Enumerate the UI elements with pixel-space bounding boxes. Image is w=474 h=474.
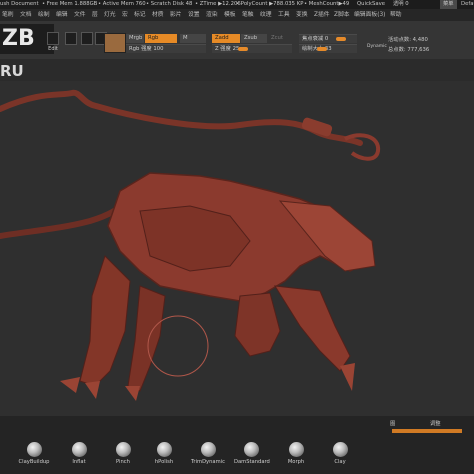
brush-sphere-icon [288,442,304,457]
zsub-button[interactable]: Zsub [241,34,267,43]
cable-hook [344,133,381,161]
material-swatch[interactable] [104,33,126,53]
m-button[interactable]: M [180,34,206,43]
menu-item[interactable]: 影片 [170,9,182,21]
menu-item[interactable]: 工具 [278,9,290,21]
menu-button[interactable]: 菜单 [440,0,457,9]
focal-shift-slider[interactable]: 焦点衰减 0 [299,34,357,43]
mrgb-button[interactable]: Mrgb [126,34,144,43]
rgb-intensity-slider[interactable]: Rgb 强度 100 [126,44,206,53]
document-label: RU [0,62,24,80]
brush-inflat[interactable]: Inflat [62,442,96,465]
brush-sphere-icon [156,442,172,457]
menu-item[interactable]: Z插件 [314,9,330,21]
menu-item[interactable]: 笔刷 [2,9,14,21]
brush-sphere-icon [26,442,42,457]
front-right-leg [127,285,166,392]
brush-clay[interactable]: Clay [323,442,357,465]
transparency-label[interactable]: 透明 0 [393,0,409,9]
title-polycount: • PolyCount ▶788.035 KP [236,1,304,7]
total-points: 总点数: 777,636 [388,47,430,53]
menu-item[interactable]: 材质 [152,9,164,21]
front-left-leg [79,255,131,387]
menu-item[interactable]: 笔触 [242,9,254,21]
title-ztime: • ZTime ▶12.206 [195,1,241,7]
bottom-label-1: 图 [390,421,396,427]
title-free-mem: • Free Mem 1.888GB [42,1,98,7]
brush-claybuildup[interactable]: ClayBuildup [17,442,51,465]
rgb-button[interactable]: Rgb [145,34,177,43]
z-intensity-knob[interactable] [238,47,248,51]
rear-left-leg [234,292,281,357]
menu-item[interactable]: 文件 [74,9,86,21]
title-bar: ush Document • Free Mem 1.888GB • Active… [0,0,474,9]
zadd-button[interactable]: Zadd [212,34,240,43]
draw-size-slider[interactable]: 绘制大小 33 [299,44,357,53]
brush-trimdynamic[interactable]: TrimDynamic [191,442,225,465]
viewport-canvas[interactable] [0,81,474,416]
menu-item[interactable]: 文档 [20,9,32,21]
draw-icon [65,32,77,45]
menu-bar: 笔刷 文档 绘制 编辑 文件 层 灯光 宏 标记 材质 影片 设置 渲染 模板 … [0,9,474,21]
menu-item[interactable]: 绘制 [38,9,50,21]
quicksave-button[interactable]: QuickSave [357,0,385,9]
edit-icon [47,32,59,45]
default-label: Defau [461,1,474,7]
brush-morph[interactable]: Morph [279,442,313,465]
title-meshcount: • MeshCount▶49 [304,1,350,7]
menu-item[interactable]: 宏 [122,9,128,21]
front-cable [0,200,128,239]
edit-tool[interactable]: Edit [45,32,61,52]
menu-item[interactable]: 灯光 [104,9,116,21]
menu-item[interactable]: 渲染 [206,9,218,21]
rear-right-leg [274,285,351,372]
focal-shift-knob[interactable] [336,37,346,41]
menu-item[interactable]: Z脚本 [334,9,350,21]
menu-item[interactable]: 层 [92,9,98,21]
menu-item[interactable]: 模板 [224,9,236,21]
draw-tool[interactable] [63,32,79,46]
brush-sphere-icon [200,442,216,457]
menu-item[interactable]: 帮助 [390,9,402,21]
bottom-label-2: 调整 [430,421,441,427]
menu-item[interactable]: 变换 [296,9,308,21]
brush-pinch[interactable]: Pinch [106,442,140,465]
brush-damstandard[interactable]: DamStandard [234,442,270,465]
menu-item[interactable]: 纹理 [260,9,272,21]
brush-hpolish[interactable]: hPolish [147,442,181,465]
bottom-slider[interactable] [392,429,462,433]
zcut-button[interactable]: Zcut [268,34,292,43]
menu-item[interactable]: 编辑 [56,9,68,21]
dynamic-button[interactable]: Dynamic [367,44,387,49]
sculpt-model [0,89,381,401]
draw-size-knob[interactable] [317,47,327,51]
brush-sphere-icon [243,442,259,457]
menu-item[interactable]: 标记 [134,9,146,21]
menu-item[interactable]: 编辑面板(3) [354,9,385,21]
brush-sphere-icon [71,442,87,457]
move-icon [81,32,93,45]
active-points: 活动点数: 4,480 [388,37,428,43]
title-doc: ush Document [0,1,39,7]
brush-sphere-icon [115,442,131,457]
z-intensity-slider[interactable]: Z 强度 25 [212,44,292,53]
menu-item[interactable]: 设置 [188,9,200,21]
brush-sphere-icon [332,442,348,457]
title-scratch: • Scratch Disk 48 [146,1,193,7]
title-active-mem: • Active Mem 760 [98,1,146,7]
